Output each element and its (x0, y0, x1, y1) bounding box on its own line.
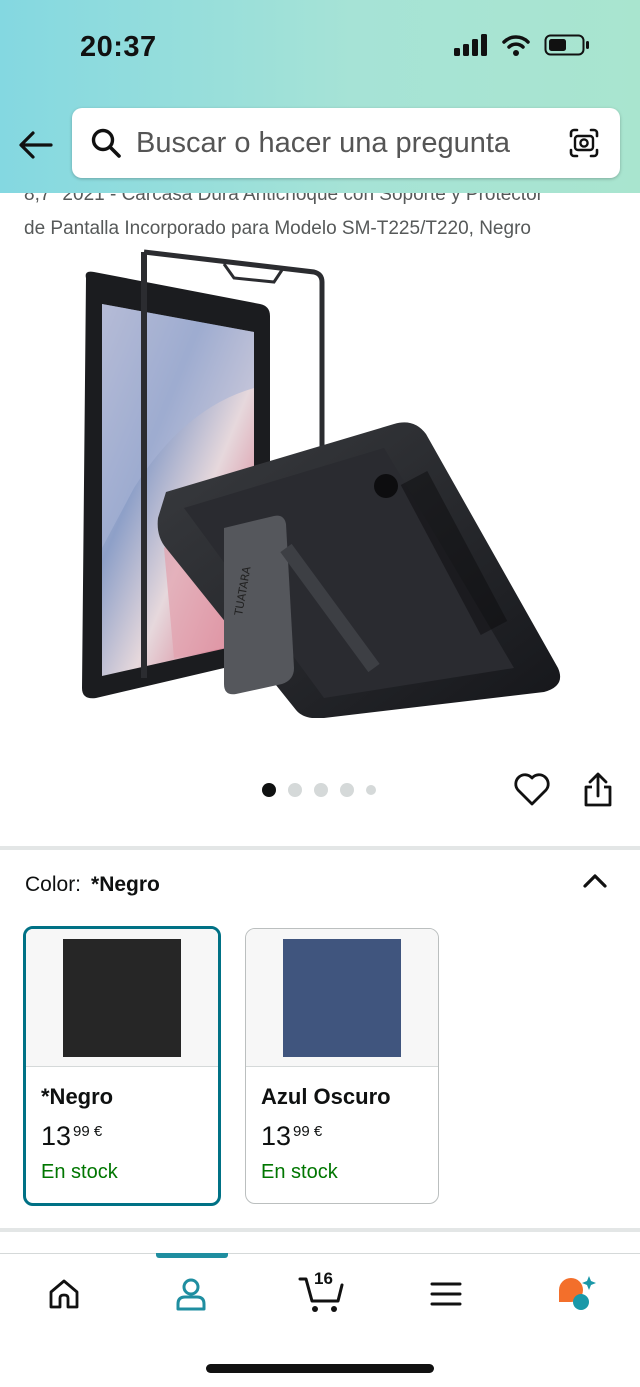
color-option-name: Azul Oscuro (261, 1084, 391, 1109)
carousel-dot-active[interactable] (262, 783, 276, 797)
price-whole: 13 (41, 1121, 72, 1151)
nav-rufus[interactable] (552, 1270, 600, 1318)
stock-status: En stock (41, 1161, 118, 1183)
carousel-dot[interactable] (366, 785, 376, 795)
rufus-icon (559, 1276, 596, 1310)
menu-icon (430, 1282, 462, 1306)
nav-active-indicator (156, 1253, 228, 1258)
color-selected-value: *Negro (91, 873, 160, 896)
price-whole: 13 (261, 1121, 292, 1151)
home-indicator (206, 1364, 434, 1373)
nav-account[interactable] (167, 1270, 215, 1318)
image-carousel-dots (262, 783, 376, 797)
share-icon (584, 772, 612, 807)
color-option-negro[interactable]: *Negro 13 99 € En stock (23, 926, 221, 1206)
product-title-line-2: de Pantalla Incorporado para Modelo SM-T… (24, 218, 531, 239)
home-icon (49, 1279, 79, 1309)
swatch-image-area (26, 929, 218, 1067)
battery-icon (544, 34, 589, 56)
color-swatch (63, 938, 181, 1057)
color-option-price: 13 99 € (41, 1121, 102, 1152)
status-icons (454, 34, 590, 56)
cart-count-badge: 16 (314, 1269, 333, 1288)
nav-home[interactable] (40, 1270, 88, 1318)
search-icon (91, 128, 121, 158)
price-fraction: 99 (73, 1123, 90, 1140)
account-icon (176, 1278, 206, 1311)
price-currency: € (313, 1123, 323, 1140)
section-divider (0, 1228, 640, 1232)
nav-menu[interactable] (422, 1270, 470, 1318)
collapse-color-button[interactable] (578, 864, 612, 898)
section-divider (0, 846, 640, 850)
color-swatch (283, 938, 401, 1057)
carousel-dot[interactable] (314, 783, 328, 797)
header: 20:37 Buscar o hacer una pregunta (0, 0, 640, 193)
heart-icon (514, 773, 550, 806)
search-input[interactable]: Buscar o hacer una pregunta (72, 108, 620, 178)
search-placeholder: Buscar o hacer una pregunta (136, 126, 511, 159)
camera-scan-icon[interactable] (568, 127, 600, 159)
color-option-price: 13 99 € (261, 1121, 322, 1152)
back-button[interactable] (16, 125, 56, 165)
color-selector-label: Color: *Negro (25, 873, 160, 897)
cellular-signal-icon (454, 34, 487, 56)
carousel-dot[interactable] (288, 783, 302, 797)
chevron-up-icon (583, 874, 607, 888)
price-currency: € (93, 1123, 103, 1140)
color-option-name: *Negro (41, 1084, 114, 1109)
carousel-dot[interactable] (340, 783, 354, 797)
product-image[interactable]: TUATARA (74, 248, 568, 718)
wifi-icon (502, 35, 530, 56)
color-option-azul-oscuro[interactable]: Azul Oscuro 13 99 € En stock (245, 928, 439, 1204)
share-button[interactable] (578, 770, 618, 810)
wishlist-button[interactable] (512, 770, 552, 810)
stock-status: En stock (261, 1161, 338, 1183)
color-label-text: Color: (25, 873, 82, 896)
arrow-left-icon (19, 131, 53, 159)
swatch-image-area (246, 929, 438, 1067)
price-fraction: 99 (293, 1123, 310, 1140)
status-time: 20:37 (80, 31, 157, 63)
